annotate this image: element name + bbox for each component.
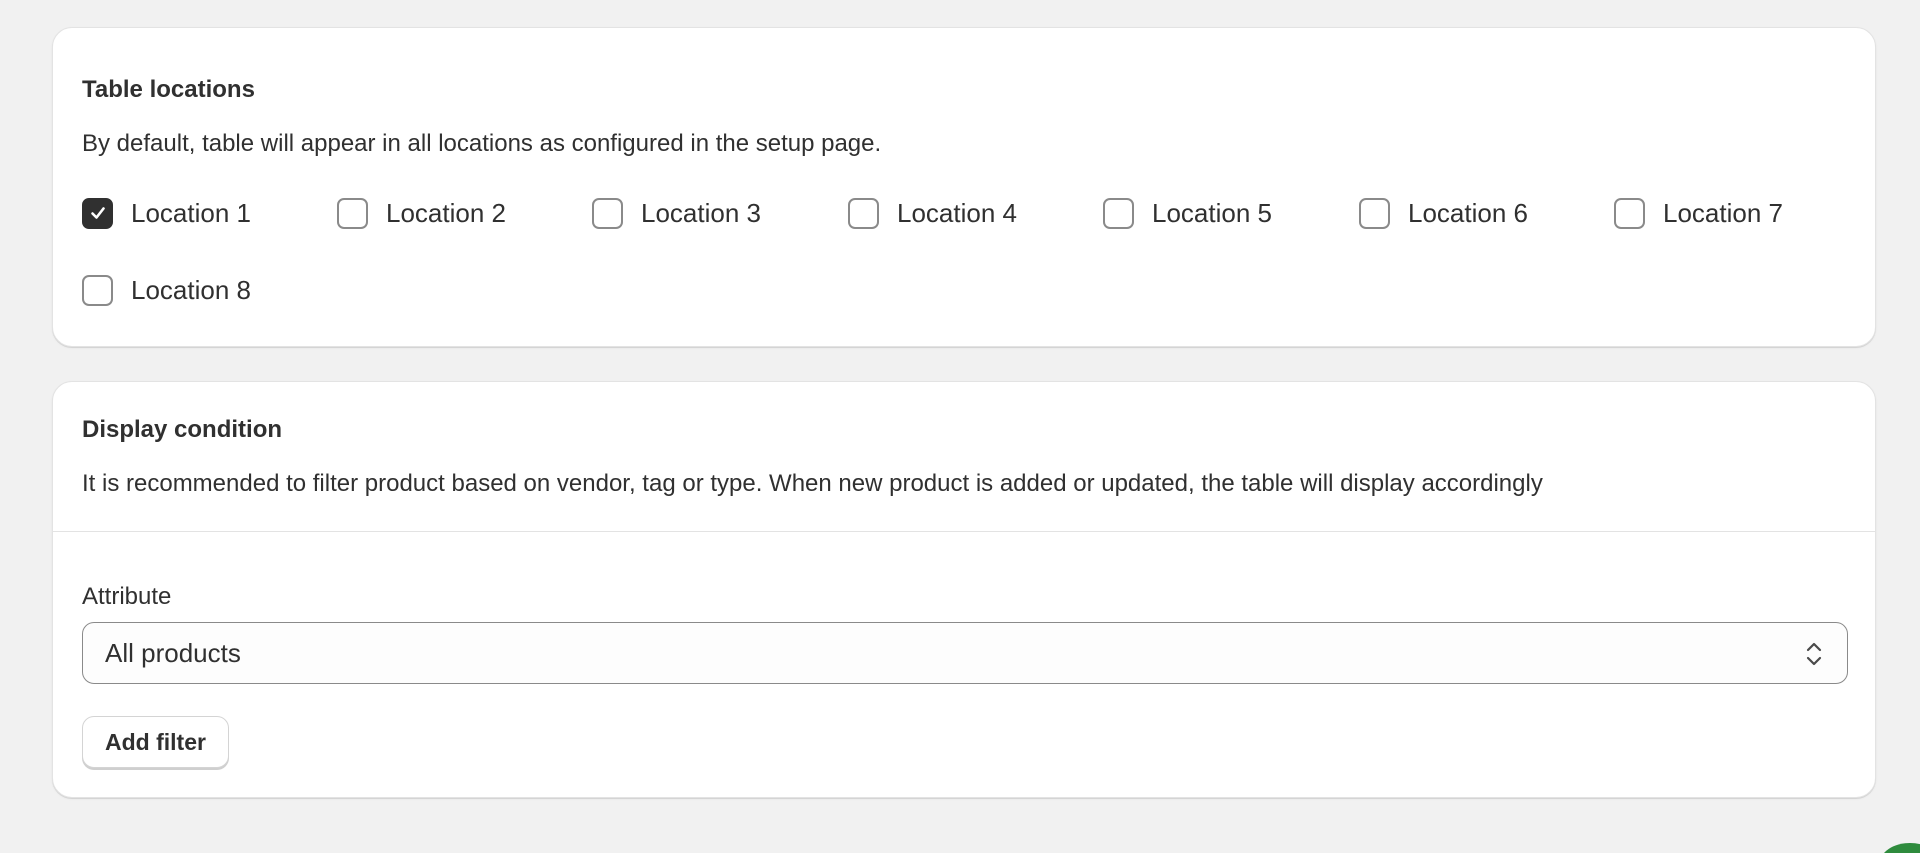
display-condition-description: It is recommended to filter product base…	[82, 470, 1543, 497]
checkmark-icon	[90, 207, 105, 219]
location-2-checkbox[interactable]: Location 2	[337, 197, 506, 229]
location-label: Location 2	[386, 197, 506, 228]
corner-accent	[1880, 841, 1920, 853]
display-condition-card: Display condition It is recommended to f…	[52, 381, 1876, 798]
location-label: Location 1	[131, 197, 251, 228]
location-6-checkbox[interactable]: Location 6	[1359, 197, 1528, 229]
location-7-checkbox[interactable]: Location 7	[1614, 197, 1783, 229]
attribute-select[interactable]: All products	[82, 622, 1848, 684]
table-locations-card: Table locations By default, table will a…	[52, 27, 1876, 347]
location-label: Location 3	[641, 197, 761, 228]
checkbox-box[interactable]	[82, 197, 113, 229]
location-1-checkbox[interactable]: Location 1	[82, 197, 251, 229]
checkbox-box[interactable]	[1614, 197, 1645, 229]
attribute-label: Attribute	[82, 583, 172, 610]
checkbox-box[interactable]	[337, 197, 368, 229]
section-divider	[53, 531, 1875, 532]
location-label: Location 5	[1152, 197, 1272, 228]
attribute-select-value: All products	[105, 637, 241, 668]
location-label: Location 4	[897, 197, 1017, 228]
location-label: Location 7	[1663, 197, 1783, 228]
checkbox-box[interactable]	[82, 274, 113, 306]
location-label: Location 6	[1408, 197, 1528, 228]
location-label: Location 8	[131, 274, 251, 305]
location-3-checkbox[interactable]: Location 3	[592, 197, 761, 229]
location-4-checkbox[interactable]: Location 4	[848, 197, 1017, 229]
table-locations-description: By default, table will appear in all loc…	[82, 130, 882, 157]
add-filter-button[interactable]: Add filter	[82, 716, 229, 768]
checkbox-box[interactable]	[1103, 197, 1134, 229]
checkbox-box[interactable]	[1359, 197, 1390, 229]
page: Table locations By default, table will a…	[0, 0, 1920, 853]
location-5-checkbox[interactable]: Location 5	[1103, 197, 1272, 229]
display-condition-title: Display condition	[82, 416, 283, 443]
location-8-checkbox[interactable]: Location 8	[82, 274, 251, 306]
checkbox-box[interactable]	[592, 197, 623, 229]
select-chevron-icon	[1806, 642, 1822, 666]
table-locations-title: Table locations	[82, 76, 255, 103]
checkbox-box[interactable]	[848, 197, 879, 229]
